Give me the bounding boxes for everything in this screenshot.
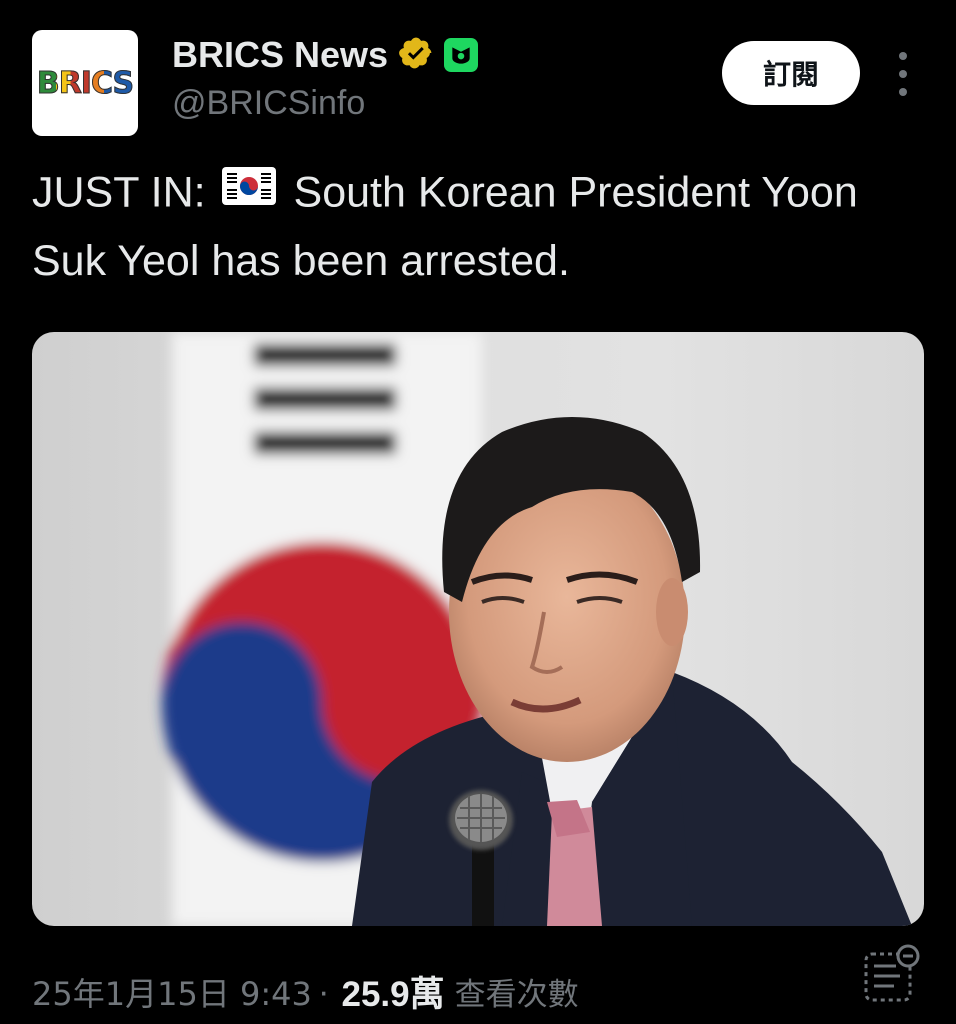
account-avatar[interactable]: BRICS <box>32 30 138 136</box>
more-vertical-icon[interactable] <box>888 52 918 96</box>
south-korea-flag-icon <box>221 160 276 222</box>
affiliate-badge-icon[interactable] <box>444 38 479 72</box>
display-name[interactable]: BRICS News <box>172 34 388 76</box>
tweet-meta: 25年1月15日 9:43 · 25.9萬 查看次數 <box>32 966 579 1017</box>
avatar-logo-text: BRICS <box>36 65 134 101</box>
tweet-timestamp[interactable]: 25年1月15日 9:43 <box>32 969 312 1015</box>
subscribe-button[interactable]: 訂閱 <box>722 41 860 105</box>
tweet-photo[interactable] <box>32 332 924 926</box>
view-count: 25.9萬 <box>341 975 445 1014</box>
view-count-label: 查看次數 <box>454 977 579 1013</box>
account-name-row: BRICS News <box>172 34 479 76</box>
verified-badge-icon[interactable] <box>398 35 434 76</box>
account-handle[interactable]: @BRICSinfo <box>172 84 365 123</box>
meta-separator: · <box>317 971 330 1011</box>
tweet-text-prefix: JUST IN: <box>32 168 206 217</box>
summary-icon[interactable] <box>860 942 926 1008</box>
tweet-text: JUST IN: South Korean President Yoon Suk… <box>32 160 922 292</box>
